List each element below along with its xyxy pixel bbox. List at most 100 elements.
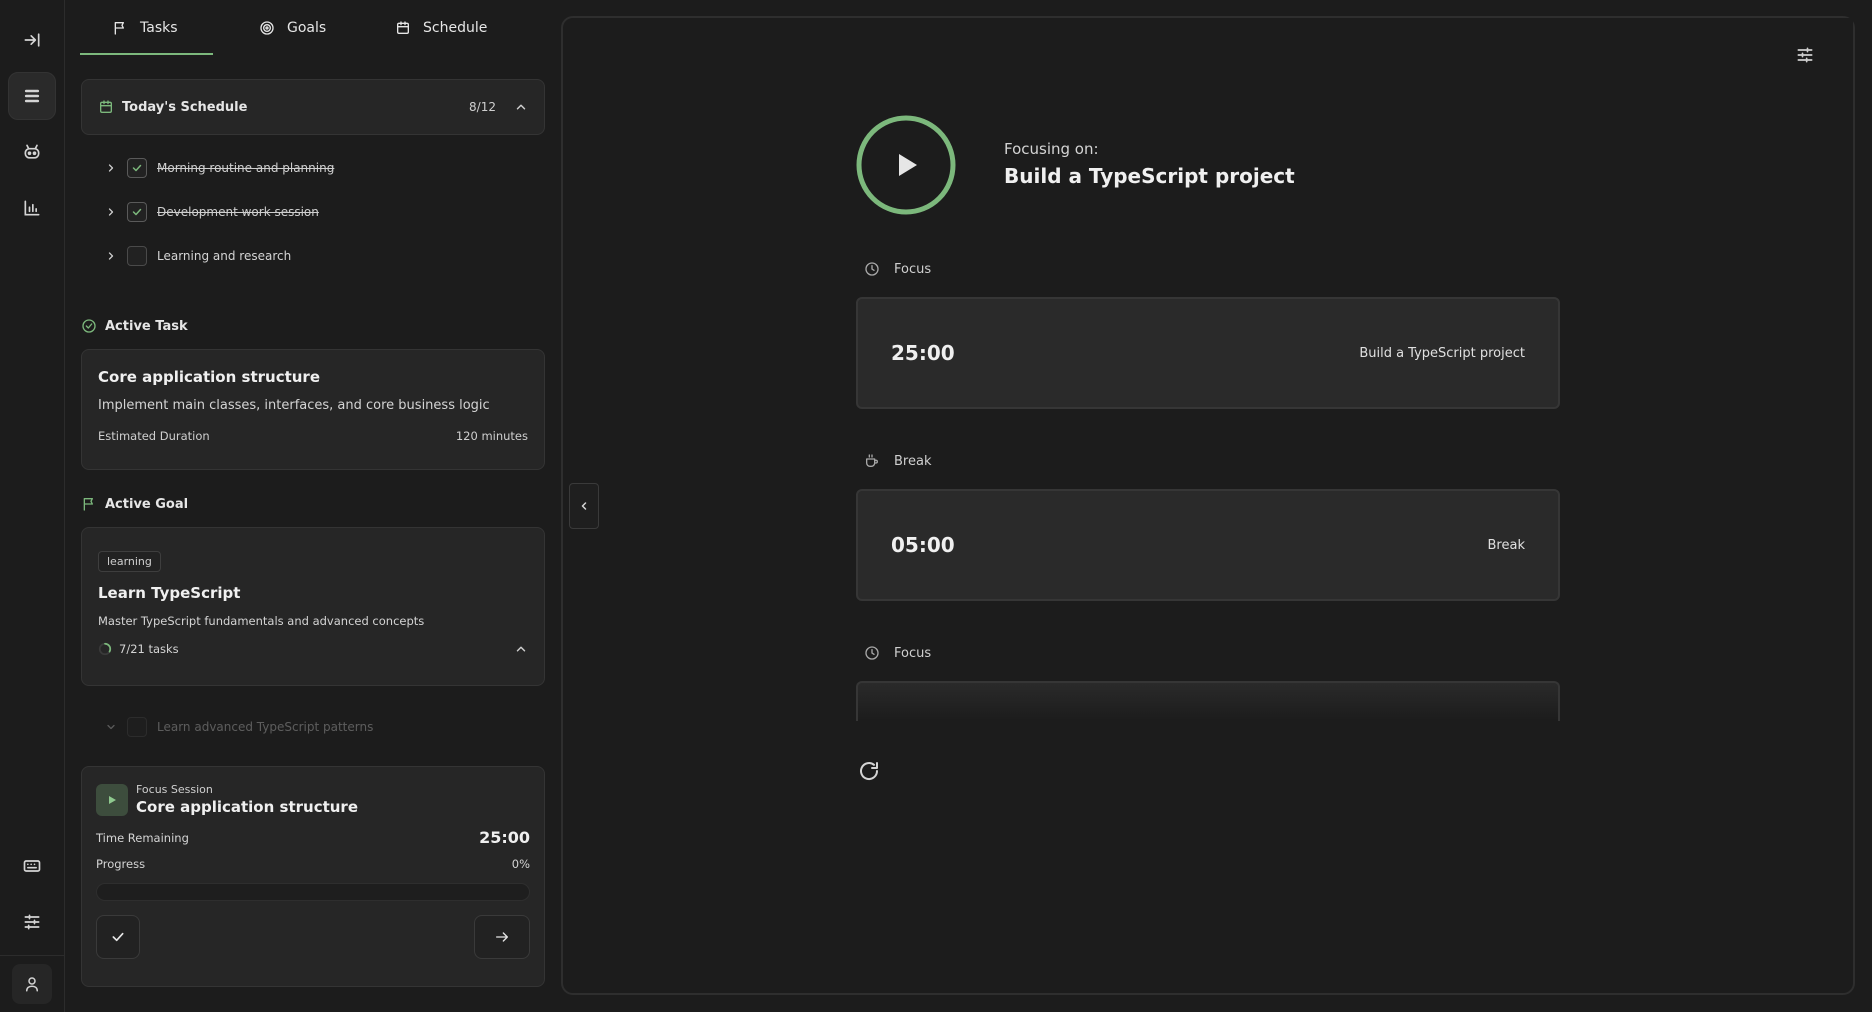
goal-tag: learning [98, 551, 161, 572]
schedule-item-checkbox[interactable] [127, 246, 147, 266]
schedule-item-label: Morning routine and planning [157, 161, 335, 175]
schedule-item[interactable]: Morning routine and planning [105, 155, 334, 181]
active-goal-card[interactable]: learning Learn TypeScript Master TypeScr… [81, 527, 545, 686]
clock-icon [865, 262, 879, 276]
time-remaining-value: 25:00 [479, 828, 530, 847]
active-goal-heading: Active Goal [81, 496, 188, 512]
schedule-item[interactable]: Learning and research [105, 243, 291, 269]
goal-progress-row: 7/21 tasks [98, 642, 528, 656]
focus-play-button[interactable] [855, 114, 957, 216]
time-remaining-label: Time Remaining [96, 830, 189, 845]
keyboard-icon[interactable] [8, 842, 56, 890]
schedule-title: Today's Schedule [122, 99, 248, 115]
duration-label: Estimated Duration [98, 429, 210, 443]
timer-block-focus-next[interactable] [856, 681, 1560, 721]
flag-icon [83, 498, 93, 511]
tab-goals-label: Goals [287, 20, 327, 36]
sidebar-tabs: Tasks Goals Schedule [80, 0, 550, 56]
schedule-item-checkbox[interactable] [127, 202, 147, 222]
reset-icon[interactable] [857, 759, 881, 783]
tab-goals[interactable]: Goals [227, 0, 358, 56]
chevron-up-icon[interactable] [514, 642, 528, 656]
schedule-item[interactable]: Development work session [105, 199, 319, 225]
chevron-right-icon[interactable] [105, 250, 117, 262]
play-icon [109, 795, 116, 804]
task-title: Core application structure [98, 368, 321, 386]
active-task-heading-label: Active Task [105, 318, 188, 334]
task-description: Implement main classes, interfaces, and … [98, 398, 490, 413]
timer-block-name: Break [1487, 537, 1525, 553]
session-title: Core application structure [136, 798, 359, 816]
focus-session-card: Focus Session Core application structure… [81, 766, 545, 987]
session-header: Focus Session Core application structure [96, 783, 530, 816]
active-task-card[interactable]: Core application structure Implement mai… [81, 349, 545, 470]
calendar-icon [100, 100, 112, 113]
check-circle-icon [82, 319, 96, 333]
timer-block-focus[interactable]: 25:00 Build a TypeScript project [856, 297, 1560, 409]
timer-block-name: Build a TypeScript project [1359, 345, 1525, 361]
complete-session-button[interactable] [96, 915, 140, 959]
calendar-icon [397, 21, 409, 34]
tab-schedule[interactable]: Schedule [363, 0, 519, 56]
left-rail [0, 0, 65, 1012]
active-task-heading: Active Task [81, 318, 188, 334]
chevron-right-icon[interactable] [105, 162, 117, 174]
time-remaining-row: Time Remaining 25:00 [96, 828, 530, 847]
progress-label: Progress [96, 857, 146, 871]
settings-corner [1733, 18, 1853, 76]
flag-icon [114, 22, 124, 35]
block-label-text: Focus [894, 261, 932, 277]
focus-title: Build a TypeScript project [1004, 164, 1295, 188]
schedule-item-label: Learning and research [157, 249, 292, 263]
block-label-text: Focus [894, 645, 932, 661]
chevron-down-icon[interactable] [105, 721, 117, 733]
progress-ring-icon [98, 642, 112, 656]
clock-icon [865, 646, 879, 660]
progress-row: Progress 0% [96, 857, 530, 871]
timer-block-break[interactable]: 05:00 Break [856, 489, 1560, 601]
check-icon [112, 932, 124, 942]
expand-sidebar-icon[interactable] [8, 16, 56, 64]
chevron-left-icon [581, 502, 587, 510]
goal-progress-text: 7/21 tasks [119, 642, 179, 656]
tab-tasks[interactable]: Tasks [80, 0, 213, 56]
block-label-break: Break [864, 453, 931, 469]
block-label-focus: Focus [864, 645, 931, 661]
coffee-icon [866, 454, 878, 467]
goal-subtask-checkbox[interactable] [127, 717, 147, 737]
next-session-button[interactable] [474, 915, 530, 959]
rail-divider [0, 955, 65, 956]
session-play-button[interactable] [96, 783, 128, 816]
sliders-icon[interactable] [8, 898, 56, 946]
tasks-nav-icon[interactable] [8, 72, 56, 120]
session-progress-bar [96, 883, 530, 901]
session-actions [96, 915, 530, 959]
target-icon [260, 21, 274, 35]
check-icon [132, 164, 142, 172]
block-label-text: Break [894, 453, 932, 469]
goal-title: Learn TypeScript [98, 584, 241, 602]
sidebar: Tasks Goals Schedule Today's Schedule 8/… [65, 0, 555, 1012]
stats-icon[interactable] [8, 184, 56, 232]
chevron-right-icon[interactable] [105, 206, 117, 218]
tab-tasks-label: Tasks [140, 20, 178, 36]
progress-value: 0% [511, 857, 530, 871]
active-goal-heading-label: Active Goal [105, 496, 189, 512]
chevron-up-icon[interactable] [514, 100, 528, 114]
user-avatar-icon[interactable] [12, 964, 52, 1004]
focus-caption: Focusing on: [1004, 140, 1099, 158]
goal-description: Master TypeScript fundamentals and advan… [98, 614, 425, 628]
tab-schedule-label: Schedule [423, 20, 488, 36]
schedule-item-checkbox[interactable] [127, 158, 147, 178]
timer-block-time: 25:00 [891, 341, 955, 365]
check-icon [132, 208, 142, 216]
settings-sliders-icon[interactable] [1795, 45, 1815, 65]
goal-subtask-label: Learn advanced TypeScript patterns [157, 720, 374, 734]
collapse-sidebar-button[interactable] [569, 483, 599, 529]
robot-icon[interactable] [8, 128, 56, 176]
todays-schedule-header[interactable]: Today's Schedule 8/12 [81, 79, 545, 135]
schedule-item-label: Development work session [157, 205, 319, 219]
goal-subtask-item[interactable]: Learn advanced TypeScript patterns [105, 714, 373, 740]
timer-block-time: 05:00 [891, 533, 955, 557]
session-label: Focus Session [136, 783, 213, 796]
